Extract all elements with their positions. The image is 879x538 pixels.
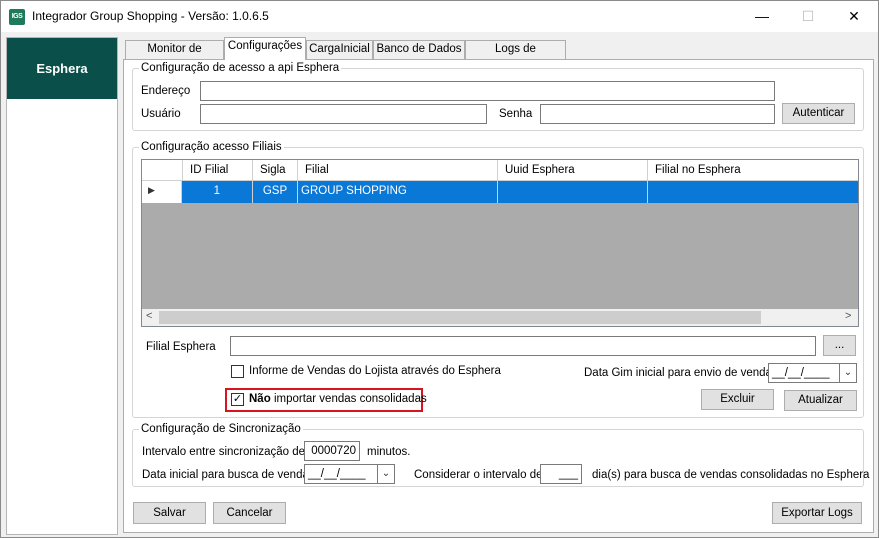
salvar-button[interactable]: Salvar (133, 502, 206, 524)
intervalo-input[interactable]: 0000720 (304, 441, 360, 461)
dias-label: dia(s) para busca de vendas consolidadas… (592, 469, 870, 481)
filiais-config-title: Configuração acesso Filiais (139, 140, 284, 154)
data-gim-label: Data Gim inicial para envio de venda (584, 367, 772, 379)
row-header[interactable]: ▶ (142, 181, 182, 203)
cell-id-filial[interactable]: 1 (183, 181, 253, 203)
sync-config-title: Configuração de Sincronização (139, 422, 303, 436)
col-header-sigla[interactable]: Sigla (253, 160, 298, 181)
api-config-title: Configuração de acesso a api Esphera (139, 61, 342, 75)
data-gim-dropdown-icon[interactable]: ⌄ (840, 363, 857, 383)
col-header-id-filial[interactable]: ID Filial (183, 160, 253, 181)
table-row[interactable]: ▶ 1 GSP GROUP SHOPPING (142, 181, 858, 203)
filial-esphera-label: Filial Esphera (146, 341, 216, 353)
endereco-label: Endereço (141, 85, 191, 97)
data-inicial-dropdown-icon[interactable]: ⌄ (378, 464, 395, 484)
nao-importar-text: importar vendas consolidadas (273, 393, 427, 405)
intervalo-label: Intervalo entre sincronização de (142, 446, 306, 458)
browse-button[interactable]: ... (823, 335, 856, 356)
exportar-logs-button[interactable]: Exportar Logs (772, 502, 862, 524)
grid-header: ID Filial Sigla Filial Uuid Esphera Fili… (142, 160, 858, 181)
autenticar-button[interactable]: Autenticar (782, 103, 855, 124)
cell-sigla[interactable]: GSP (253, 181, 298, 203)
senha-label: Senha (499, 108, 533, 120)
nao-importar-label[interactable]: Não importar vendas consolidadas (249, 392, 427, 406)
cell-filial[interactable]: GROUP SHOPPING (298, 181, 498, 203)
app-logo-icon: IGS (9, 9, 25, 25)
filiais-grid[interactable]: ID Filial Sigla Filial Uuid Esphera Fili… (141, 159, 859, 327)
endereco-input[interactable] (200, 81, 775, 101)
row-selected-arrow-icon: ▶ (148, 185, 155, 195)
sidebar: Esphera (6, 37, 118, 535)
minimize-button[interactable]: — (739, 1, 785, 32)
tab-logs-integracao[interactable]: Logs de Integração (465, 40, 566, 72)
informe-vendas-label[interactable]: Informe de Vendas do Lojista através do … (249, 364, 501, 378)
tab-configuracoes[interactable]: Configurações (224, 37, 306, 60)
tab-carga-inicial[interactable]: CargaInicial (306, 40, 373, 59)
close-button[interactable]: ✕ (831, 1, 877, 32)
title-bar: IGS Integrador Group Shopping - Versão: … (1, 1, 878, 32)
informe-vendas-checkbox[interactable] (231, 365, 244, 378)
considerar-input[interactable]: ___ (540, 464, 582, 484)
scrollbar-thumb[interactable] (159, 311, 761, 324)
data-gim-input[interactable]: __/__/____ (768, 363, 840, 383)
col-header-uuid-esphera[interactable]: Uuid Esphera (498, 160, 648, 181)
usuario-label: Usuário (141, 108, 181, 120)
minutos-label: minutos. (367, 446, 411, 458)
col-header-filial-no-esphera[interactable]: Filial no Esphera (648, 160, 858, 181)
grid-corner (142, 160, 183, 181)
nao-importar-checkbox[interactable]: ✓ (231, 393, 244, 406)
cancelar-button[interactable]: Cancelar (213, 502, 286, 524)
maximize-button[interactable]: ☐ (785, 1, 831, 32)
col-header-filial[interactable]: Filial (298, 160, 498, 181)
scroll-left-icon[interactable]: < (146, 310, 152, 322)
considerar-label: Considerar o intervalo de (414, 469, 543, 481)
tab-monitor-servico[interactable]: Monitor de Serviço (125, 40, 224, 72)
data-inicial-label: Data inicial para busca de venda (142, 469, 309, 481)
scroll-right-icon[interactable]: > (845, 310, 851, 322)
usuario-input[interactable] (200, 104, 487, 124)
sidebar-item-esphera[interactable]: Esphera (7, 38, 117, 99)
app-window: IGS Integrador Group Shopping - Versão: … (0, 0, 879, 538)
tab-banco-de-dados[interactable]: Banco de Dados (373, 40, 465, 59)
nao-importar-bold: Não (249, 393, 271, 405)
horizontal-scrollbar[interactable]: < > (142, 309, 858, 326)
data-inicial-input[interactable]: __/__/____ (304, 464, 378, 484)
senha-input[interactable] (540, 104, 775, 124)
atualizar-button[interactable]: Atualizar (784, 390, 857, 411)
cell-uuid-esphera[interactable] (498, 181, 648, 203)
cell-filial-no-esphera[interactable] (648, 181, 858, 203)
window-title: Integrador Group Shopping - Versão: 1.0.… (32, 9, 269, 23)
excluir-button[interactable]: Excluir (701, 389, 774, 410)
filial-esphera-input[interactable] (230, 336, 816, 356)
